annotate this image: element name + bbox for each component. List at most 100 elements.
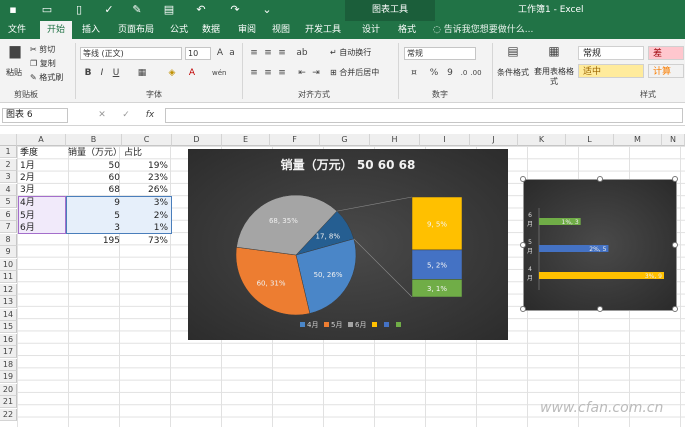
customize-qa-icon[interactable]: ⌄ [260, 3, 274, 17]
cell-a6[interactable]: 5月 [18, 210, 66, 222]
format-as-table-button[interactable]: 套用表格格式 [534, 67, 574, 87]
align-top-icon[interactable]: ≡ [248, 47, 260, 59]
row-header-7[interactable]: 7 [0, 221, 17, 233]
cell-c3[interactable]: 23% [122, 172, 170, 184]
tab-format[interactable]: 格式 [393, 21, 421, 39]
resize-handle[interactable] [520, 306, 526, 312]
resize-handle[interactable] [520, 176, 526, 182]
tab-file[interactable]: 文件 [4, 21, 30, 39]
tab-review[interactable]: 审阅 [234, 21, 260, 39]
paste-icon[interactable]: ▆ [6, 44, 24, 63]
print-icon[interactable]: ▤ [162, 3, 176, 17]
align-left-icon[interactable]: ≡ [248, 67, 260, 79]
fill-color-icon[interactable]: ◈ [166, 67, 178, 79]
row-header-13[interactable]: 13 [0, 296, 17, 308]
column-header-g[interactable]: G [320, 134, 370, 146]
align-middle-icon[interactable]: ≡ [262, 47, 274, 59]
row-header-11[interactable]: 11 [0, 271, 17, 283]
cancel-icon[interactable]: ✕ [96, 109, 108, 121]
format-as-table-icon[interactable]: ▦ [546, 45, 562, 61]
open-icon[interactable]: ▭ [40, 3, 54, 17]
grow-font-icon[interactable]: A [214, 47, 226, 59]
resize-handle[interactable] [672, 306, 678, 312]
conditional-format-button[interactable]: 条件格式 [497, 67, 529, 78]
cell-b3[interactable]: 60 [66, 172, 122, 184]
style-neutral[interactable]: 适中 [578, 64, 644, 78]
underline-button[interactable]: U [110, 67, 122, 79]
cell-b4[interactable]: 68 [66, 184, 122, 196]
align-center-icon[interactable]: ≡ [262, 67, 274, 79]
style-bad[interactable]: 差 [648, 46, 684, 60]
increase-decimal-icon[interactable]: .0 [458, 67, 470, 79]
column-header-c[interactable]: C [122, 134, 172, 146]
currency-icon[interactable]: ¤ [408, 67, 420, 79]
resize-handle[interactable] [597, 306, 603, 312]
tab-data[interactable]: 数据 [198, 21, 224, 39]
column-header-h[interactable]: H [370, 134, 420, 146]
redo-icon[interactable]: ↷ [228, 3, 242, 17]
cell-b5[interactable]: 9 [66, 197, 122, 209]
save-icon[interactable]: ▪ [6, 3, 20, 17]
spelling-icon[interactable]: ✓ [102, 3, 116, 17]
tab-page-layout[interactable]: 页面布局 [110, 21, 162, 39]
column-header-j[interactable]: J [470, 134, 518, 146]
cell-a5[interactable]: 4月 [18, 197, 66, 209]
format-painter-button[interactable]: ✎ 格式刷 [30, 72, 63, 83]
column-header-a[interactable]: A [17, 134, 66, 146]
cell-c2[interactable]: 19% [122, 160, 170, 172]
row-header-22[interactable]: 22 [0, 408, 17, 421]
cell-c4[interactable]: 26% [122, 184, 170, 196]
column-header-n[interactable]: N [662, 134, 685, 146]
wrap-text-button[interactable]: ↵ 自动换行 [330, 47, 371, 58]
cut-button[interactable]: ✂ 剪切 [30, 44, 55, 55]
column-header-m[interactable]: M [614, 134, 662, 146]
paste-button[interactable]: 粘贴 [6, 67, 22, 78]
orientation-icon[interactable]: ab [296, 47, 308, 59]
insert-function-icon[interactable]: fx [144, 109, 156, 121]
formula-input[interactable] [165, 108, 683, 123]
row-header-2[interactable]: 2 [0, 158, 17, 171]
row-header-4[interactable]: 4 [0, 183, 17, 196]
cell-c1[interactable]: 占比 [122, 147, 170, 159]
font-size-select[interactable]: 10 [185, 47, 211, 60]
enter-icon[interactable]: ✓ [120, 109, 132, 121]
chart-title[interactable]: 销量（万元） 50 60 68 [281, 157, 416, 172]
resize-handle[interactable] [672, 242, 678, 248]
undo-icon[interactable]: ↶ [194, 3, 208, 17]
row-header-3[interactable]: 3 [0, 171, 17, 183]
cell-c7[interactable]: 1% [122, 222, 170, 234]
tab-home[interactable]: 开始 [40, 21, 72, 39]
percent-button[interactable]: % [428, 67, 440, 79]
conditional-format-icon[interactable]: ▤ [505, 45, 521, 61]
new-file-icon[interactable]: ▯ [72, 3, 86, 17]
tab-view[interactable]: 视图 [268, 21, 294, 39]
row-header-8[interactable]: 8 [0, 233, 17, 246]
cell-c5[interactable]: 3% [122, 197, 170, 209]
resize-handle[interactable] [672, 176, 678, 182]
resize-handle[interactable] [520, 242, 526, 248]
decrease-decimal-icon[interactable]: .00 [470, 67, 482, 79]
cell-a4[interactable]: 3月 [18, 184, 66, 196]
row-header-20[interactable]: 20 [0, 383, 17, 396]
cell-a1[interactable]: 季度 [18, 147, 66, 159]
borders-icon[interactable]: ▦ [136, 67, 148, 79]
column-header-d[interactable]: D [172, 134, 222, 146]
row-header-18[interactable]: 18 [0, 358, 17, 371]
select-all-corner[interactable] [0, 134, 17, 146]
cell-b7[interactable]: 3 [66, 222, 122, 234]
column-header-f[interactable]: F [270, 134, 320, 146]
name-box[interactable]: 图表 6 [2, 108, 68, 123]
font-color-icon[interactable]: A [186, 67, 198, 79]
row-header-9[interactable]: 9 [0, 246, 17, 258]
row-header-19[interactable]: 19 [0, 371, 17, 383]
bar-of-pie-chart[interactable]: 销量（万元） 50 60 68 17, 8% 50, 26% 60, 31% 68, … [188, 149, 508, 340]
column-header-e[interactable]: E [222, 134, 270, 146]
row-header-14[interactable]: 14 [0, 308, 17, 321]
cell-b2[interactable]: 50 [66, 160, 122, 172]
row-header-6[interactable]: 6 [0, 208, 17, 221]
column-header-k[interactable]: K [518, 134, 566, 146]
align-bottom-icon[interactable]: ≡ [276, 47, 288, 59]
column-header-i[interactable]: I [420, 134, 470, 146]
chart-legend[interactable]: 4月 5月 6月 [300, 321, 401, 329]
row-header-15[interactable]: 15 [0, 321, 17, 333]
